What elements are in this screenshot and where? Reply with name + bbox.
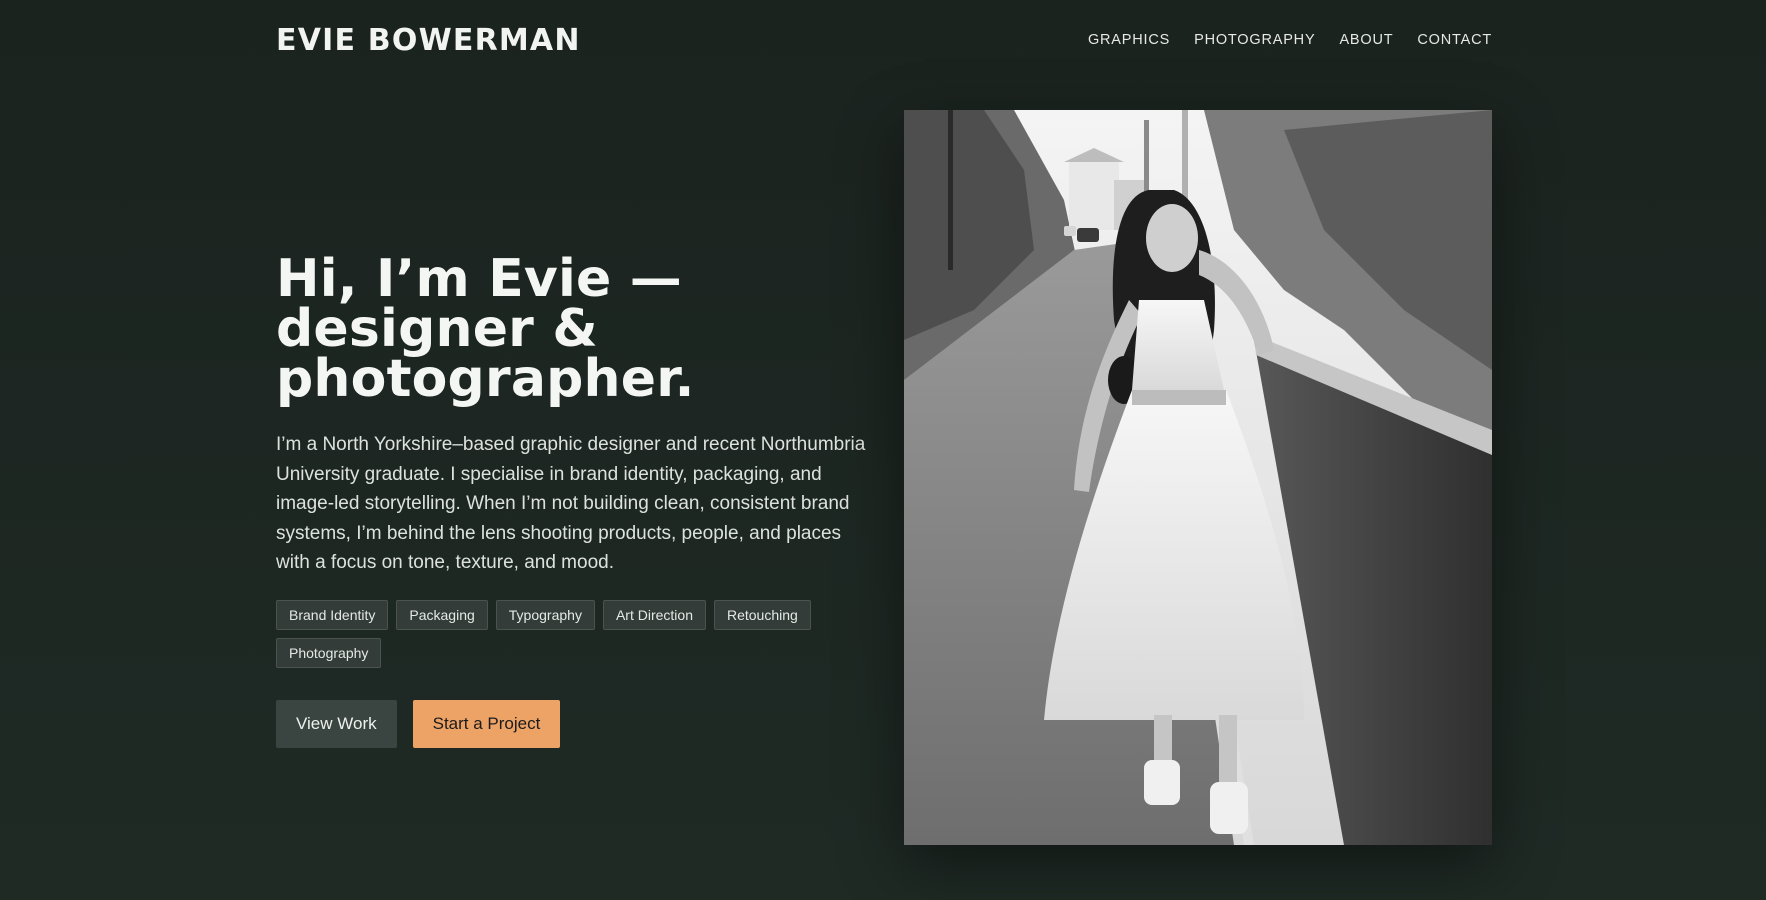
tag-photography: Photography xyxy=(276,637,382,668)
nav-contact[interactable]: CONTACT xyxy=(1417,32,1492,48)
tag-typography: Typography xyxy=(495,599,595,630)
site-header: EVIE BOWERMAN GRAPHICS PHOTOGRAPHY ABOUT… xyxy=(276,0,1492,80)
main-nav: GRAPHICS PHOTOGRAPHY ABOUT CONTACT xyxy=(1088,32,1492,48)
hero-buttons: View Work Start a Project xyxy=(276,699,876,748)
tag-retouching: Retouching xyxy=(713,599,811,630)
skill-tags: Brand Identity Packaging Typography Art … xyxy=(276,599,866,668)
hero-heading-line1: Hi, I’m Evie — designer & xyxy=(276,249,683,359)
nav-photography[interactable]: PHOTOGRAPHY xyxy=(1194,32,1315,48)
nav-about[interactable]: ABOUT xyxy=(1339,32,1393,48)
tag-packaging: Packaging xyxy=(396,599,488,630)
hero-heading: Hi, I’m Evie — designer & photographer. xyxy=(276,253,876,405)
nav-graphics[interactable]: GRAPHICS xyxy=(1088,32,1170,48)
hero-bio: I’m a North Yorkshire–based graphic desi… xyxy=(276,434,866,573)
portrait-photo xyxy=(904,110,1492,845)
start-project-button[interactable]: Start a Project xyxy=(412,699,561,748)
page: EVIE BOWERMAN GRAPHICS PHOTOGRAPHY ABOUT… xyxy=(0,0,1766,900)
tag-art-direction: Art Direction xyxy=(602,599,706,630)
portrait-photo-illustration xyxy=(904,110,1492,845)
tag-brand-identity: Brand Identity xyxy=(276,599,389,630)
hero-intro: Hi, I’m Evie — designer & photographer. … xyxy=(276,253,876,748)
site-logo[interactable]: EVIE BOWERMAN xyxy=(276,23,581,58)
hero-heading-line2: photographer. xyxy=(276,349,695,409)
view-work-button[interactable]: View Work xyxy=(276,699,397,748)
